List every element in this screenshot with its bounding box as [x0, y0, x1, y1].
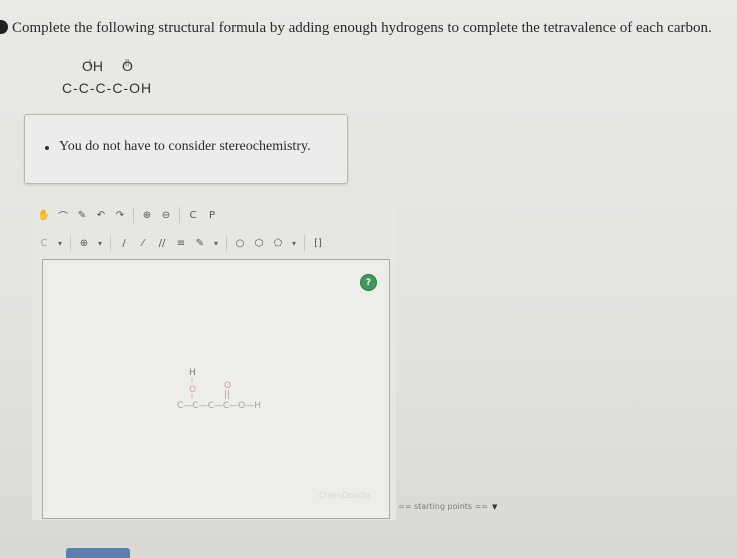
- cyclopentane-icon[interactable]: ○: [232, 235, 248, 251]
- info-box: You do not have to consider stereochemis…: [24, 114, 348, 184]
- page: Complete the following structural formul…: [0, 0, 737, 558]
- toolbar-separator: [110, 235, 111, 251]
- chain-tool-icon[interactable]: ✎: [192, 235, 208, 251]
- question-marker: [0, 20, 8, 34]
- dropdown-icon[interactable]: ▾: [289, 235, 299, 251]
- toolbar-row-1: ✋ ⌒ ✎ ↶ ↷ ⊕ ⊖ C P: [36, 204, 220, 226]
- bracket-icon[interactable]: []: [310, 235, 326, 251]
- question-text: Complete the following structural formul…: [12, 20, 712, 36]
- mol-h-label: H: [189, 368, 196, 378]
- toolbar-separator: [226, 235, 227, 251]
- info-bullet: You do not have to consider stereochemis…: [45, 139, 311, 154]
- toolbar-separator: [70, 235, 71, 251]
- starting-points-label: == starting points ==: [398, 502, 489, 511]
- formula-chain: C-C-C-C-OH: [62, 80, 153, 96]
- help-button[interactable]: ?: [360, 274, 377, 291]
- lasso-icon[interactable]: ⌒: [55, 207, 71, 223]
- dropdown-icon[interactable]: ▾: [55, 235, 65, 251]
- mol-chain: C—C—C—C—O—H: [177, 401, 261, 411]
- drawing-canvas[interactable]: ? H O O || C—C—C—C—O—H ChemDoodle: [42, 259, 390, 519]
- dropdown-icon[interactable]: ▾: [211, 235, 221, 251]
- structural-formula: OH O | || C-C-C-C-OH: [62, 58, 152, 98]
- dropdown-icon[interactable]: ▾: [95, 235, 105, 251]
- wedge-bond-icon[interactable]: ⁄: [135, 235, 151, 251]
- mol-double-bond: ||: [224, 390, 230, 400]
- single-bond-icon[interactable]: /: [116, 235, 132, 251]
- chemdoodle-watermark: ChemDoodle: [319, 491, 371, 500]
- hand-icon[interactable]: ✋: [36, 207, 52, 223]
- chevron-down-icon: ▼: [492, 503, 498, 511]
- zoom-in-icon[interactable]: ⊕: [139, 207, 155, 223]
- carbon-atom-icon[interactable]: C: [36, 235, 52, 251]
- undo-icon[interactable]: ↶: [93, 207, 109, 223]
- question-prompt: Complete the following structural formul…: [0, 20, 712, 37]
- formula-double-bond: ||: [125, 58, 130, 67]
- starting-molecule[interactable]: H O O || C—C—C—C—O—H: [177, 366, 287, 416]
- cyclohexane-icon[interactable]: ⬠: [270, 235, 286, 251]
- submit-button-partial[interactable]: [66, 548, 130, 558]
- formula-oh-label: OH: [82, 58, 103, 74]
- redo-icon[interactable]: ↷: [112, 207, 128, 223]
- mol-o-left-label: O: [189, 385, 196, 395]
- eraser-icon[interactable]: ✎: [74, 207, 90, 223]
- double-bond-icon[interactable]: //: [154, 235, 170, 251]
- toolbar-separator: [179, 207, 180, 223]
- clean-2d-icon[interactable]: C: [185, 207, 201, 223]
- benzene-icon[interactable]: ⬡: [251, 235, 267, 251]
- periodic-table-icon[interactable]: P: [204, 207, 220, 223]
- toolbar-row-2: C ▾ ⊕ ▾ / ⁄//≡ ✎ ▾ ○ ⬡ ⬠ ▾[]: [36, 232, 326, 254]
- zoom-out-icon[interactable]: ⊖: [158, 207, 174, 223]
- toolbar-separator: [304, 235, 305, 251]
- starting-points-dropdown[interactable]: == starting points == ▼: [398, 502, 497, 511]
- formula-single-bond: |: [89, 58, 92, 67]
- chemdoodle-editor: ✋ ⌒ ✎ ↶ ↷ ⊕ ⊖ C P C ▾ ⊕ ▾ / ⁄//≡ ✎ ▾ ○ ⬡ ⬠ ▾[] ? H O O || C…: [32, 200, 396, 520]
- triple-bond-icon[interactable]: ≡: [173, 235, 189, 251]
- toolbar-separator: [133, 207, 134, 223]
- charge-plus-icon[interactable]: ⊕: [76, 235, 92, 251]
